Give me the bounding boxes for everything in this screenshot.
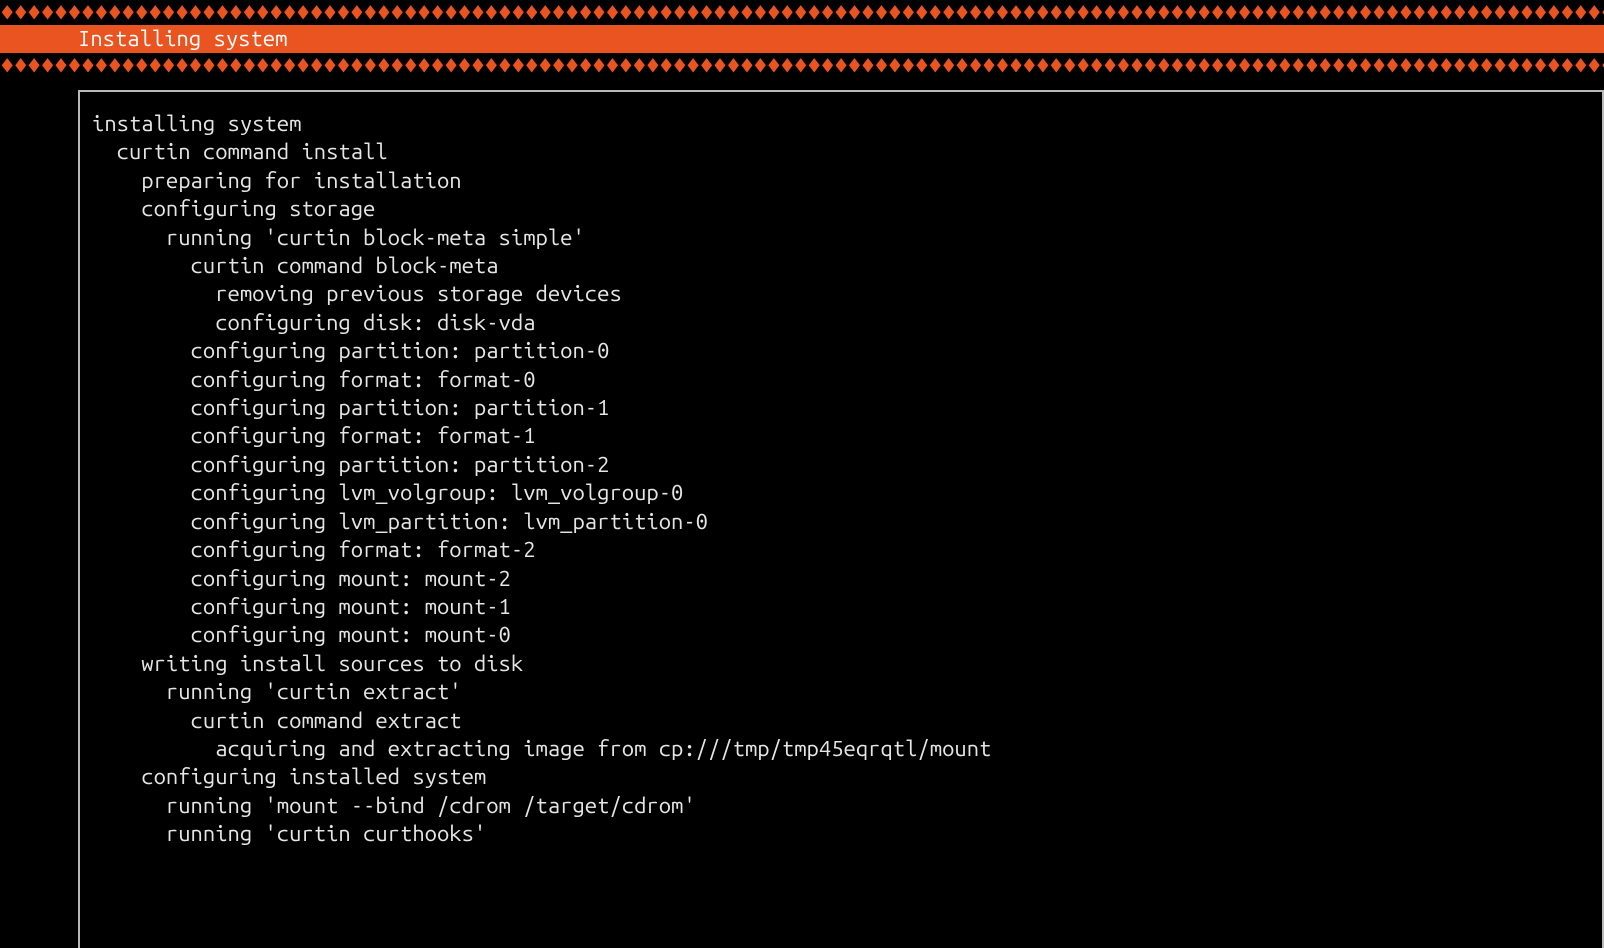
- install-log: installing system curtin command install…: [92, 110, 1590, 849]
- screen-title: Installing system: [78, 26, 287, 51]
- top-border-decoration: ♦♦♦♦♦♦♦♦♦♦♦♦♦♦♦♦♦♦♦♦♦♦♦♦♦♦♦♦♦♦♦♦♦♦♦♦♦♦♦♦…: [0, 0, 1604, 25]
- title-underline-decoration: ♦♦♦♦♦♦♦♦♦♦♦♦♦♦♦♦♦♦♦♦♦♦♦♦♦♦♦♦♦♦♦♦♦♦♦♦♦♦♦♦…: [0, 53, 1604, 78]
- log-panel: installing system curtin command install…: [78, 90, 1604, 948]
- title-bar: Installing system: [0, 25, 1604, 53]
